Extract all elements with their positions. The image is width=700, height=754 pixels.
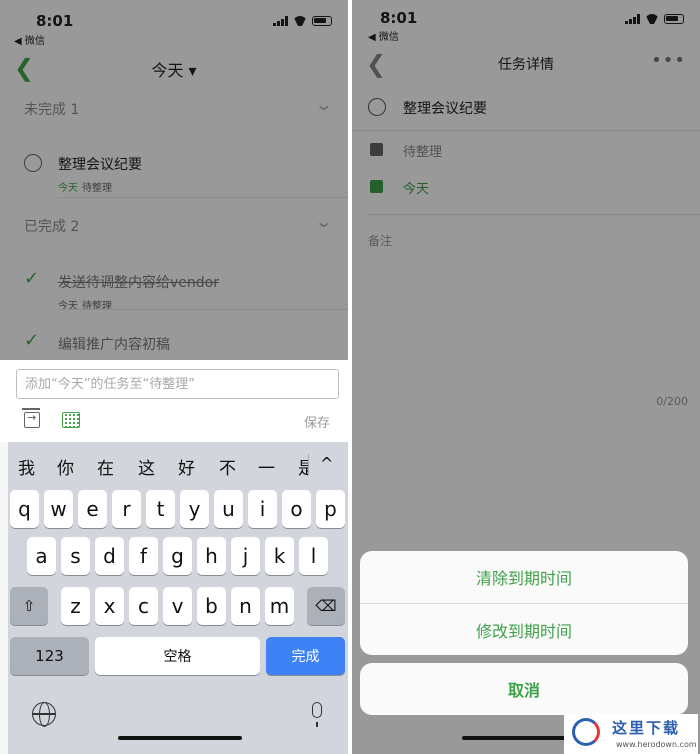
cancel-button[interactable]: 取消 bbox=[360, 663, 688, 715]
divider bbox=[58, 309, 348, 310]
key-u[interactable]: u bbox=[214, 490, 243, 528]
candidate[interactable]: 是 bbox=[298, 454, 308, 479]
clear-due-date-button[interactable]: 清除到期时间 bbox=[360, 551, 688, 603]
keyboard: 我 你 在 这 好 不 一 是 ^ q w e r t y u i o p a … bbox=[8, 442, 348, 754]
task-date: 今天 bbox=[58, 301, 78, 312]
nav-bar: ❮ 今天 ▾ bbox=[0, 48, 348, 88]
task-row[interactable]: 整理会议纪要 今天 待整理 bbox=[0, 140, 348, 200]
done-key[interactable]: 完成 bbox=[266, 637, 345, 675]
battery-icon bbox=[312, 16, 332, 26]
checkmark-icon[interactable]: ✓ bbox=[24, 268, 39, 289]
candidate[interactable]: 不 bbox=[219, 454, 236, 479]
key-b[interactable]: b bbox=[197, 587, 226, 625]
cancel-group: 取消 bbox=[360, 663, 688, 715]
back-to-app-link[interactable]: ◀ 微信 bbox=[14, 32, 45, 47]
candidate[interactable]: 一 bbox=[258, 454, 275, 479]
task-list: 待整理 bbox=[82, 301, 112, 312]
key-f[interactable]: f bbox=[129, 537, 158, 575]
task-checkbox[interactable] bbox=[24, 154, 42, 172]
signal-icon bbox=[273, 16, 288, 26]
date-filter-title[interactable]: 今天 ▾ bbox=[0, 57, 348, 81]
list-select-icon[interactable]: → bbox=[22, 408, 40, 428]
candidate-bar: 我 你 在 这 好 不 一 是 ^ bbox=[8, 442, 348, 488]
key-i[interactable]: i bbox=[248, 490, 277, 528]
key-y[interactable]: y bbox=[180, 490, 209, 528]
status-icons bbox=[273, 16, 332, 26]
task-title: 整理会议纪要 bbox=[58, 157, 142, 173]
key-s[interactable]: s bbox=[61, 537, 90, 575]
key-j[interactable]: j bbox=[231, 537, 260, 575]
calendar-icon[interactable] bbox=[62, 412, 80, 428]
key-x[interactable]: x bbox=[95, 587, 124, 625]
key-m[interactable]: m bbox=[265, 587, 294, 625]
action-sheet: 清除到期时间 修改到期时间 bbox=[360, 551, 688, 655]
candidate[interactable]: 这 bbox=[138, 454, 155, 479]
backspace-key[interactable]: ⌫ bbox=[307, 587, 345, 625]
task-input[interactable] bbox=[16, 369, 339, 399]
key-p[interactable]: p bbox=[316, 490, 345, 528]
key-q[interactable]: q bbox=[10, 490, 39, 528]
key-c[interactable]: c bbox=[129, 587, 158, 625]
key-v[interactable]: v bbox=[163, 587, 192, 625]
chevron-down-icon[interactable]: ⌄ bbox=[314, 212, 333, 231]
watermark: 这里下载 www.herodown.com bbox=[564, 714, 698, 754]
modify-due-date-button[interactable]: 修改到期时间 bbox=[360, 603, 688, 655]
key-h[interactable]: h bbox=[197, 537, 226, 575]
status-bar: 8:01 ◀ 微信 bbox=[0, 0, 348, 48]
task-title: 编辑推广内容初稿 bbox=[58, 337, 170, 353]
task-meta: 今天 待整理 bbox=[58, 179, 112, 194]
chevron-down-icon[interactable]: ⌄ bbox=[314, 95, 333, 114]
collapse-candidates-icon[interactable]: ^ bbox=[320, 454, 333, 473]
save-button[interactable]: 保存 bbox=[304, 412, 330, 431]
candidate[interactable]: 我 bbox=[18, 454, 35, 479]
section-label: 已完成 2 bbox=[24, 219, 80, 235]
checkmark-icon[interactable]: ✓ bbox=[24, 330, 39, 351]
key-n[interactable]: n bbox=[231, 587, 260, 625]
watermark-text: 这里下载 bbox=[612, 719, 681, 737]
key-o[interactable]: o bbox=[282, 490, 311, 528]
key-r[interactable]: r bbox=[112, 490, 141, 528]
key-l[interactable]: l bbox=[299, 537, 328, 575]
numbers-key[interactable]: 123 bbox=[10, 637, 89, 675]
section-incomplete[interactable]: 未完成 1 ⌄ bbox=[0, 91, 348, 125]
candidate[interactable]: 好 bbox=[178, 454, 195, 479]
status-time: 8:01 bbox=[36, 12, 74, 30]
key-d[interactable]: d bbox=[95, 537, 124, 575]
microphone-icon[interactable] bbox=[312, 702, 322, 727]
task-date: 今天 bbox=[58, 183, 78, 194]
candidate[interactable]: 你 bbox=[57, 454, 74, 479]
space-key[interactable]: 空格 bbox=[95, 637, 260, 675]
task-list: 待整理 bbox=[82, 183, 112, 194]
wifi-icon bbox=[293, 16, 307, 26]
task-detail-screen: 8:01 ◀ 微信 ❮ 任务详情 ••• 整理会议纪要 待整理 今天 备注 0/… bbox=[352, 0, 700, 754]
task-title: 发送待调整内容给vendor bbox=[58, 275, 219, 291]
key-k[interactable]: k bbox=[265, 537, 294, 575]
key-t[interactable]: t bbox=[146, 490, 175, 528]
home-indicator bbox=[118, 736, 242, 740]
section-label: 未完成 1 bbox=[24, 102, 80, 118]
key-z[interactable]: z bbox=[61, 587, 90, 625]
key-g[interactable]: g bbox=[163, 537, 192, 575]
section-completed[interactable]: 已完成 2 ⌄ bbox=[0, 208, 348, 242]
today-screen: 8:01 ◀ 微信 ❮ 今天 ▾ 未完成 1 ⌄ 整理会议纪要 今天 待整理 已完… bbox=[0, 0, 348, 754]
key-a[interactable]: a bbox=[27, 537, 56, 575]
divider bbox=[308, 454, 309, 476]
key-e[interactable]: e bbox=[78, 490, 107, 528]
key-w[interactable]: w bbox=[44, 490, 73, 528]
divider bbox=[58, 197, 348, 198]
shift-key[interactable]: ⇧ bbox=[10, 587, 48, 625]
site-logo-icon bbox=[572, 718, 600, 746]
globe-icon[interactable] bbox=[32, 702, 56, 727]
quick-add-bar: → 保存 bbox=[0, 360, 348, 442]
watermark-url: www.herodown.com bbox=[616, 740, 697, 749]
candidate[interactable]: 在 bbox=[97, 454, 114, 479]
